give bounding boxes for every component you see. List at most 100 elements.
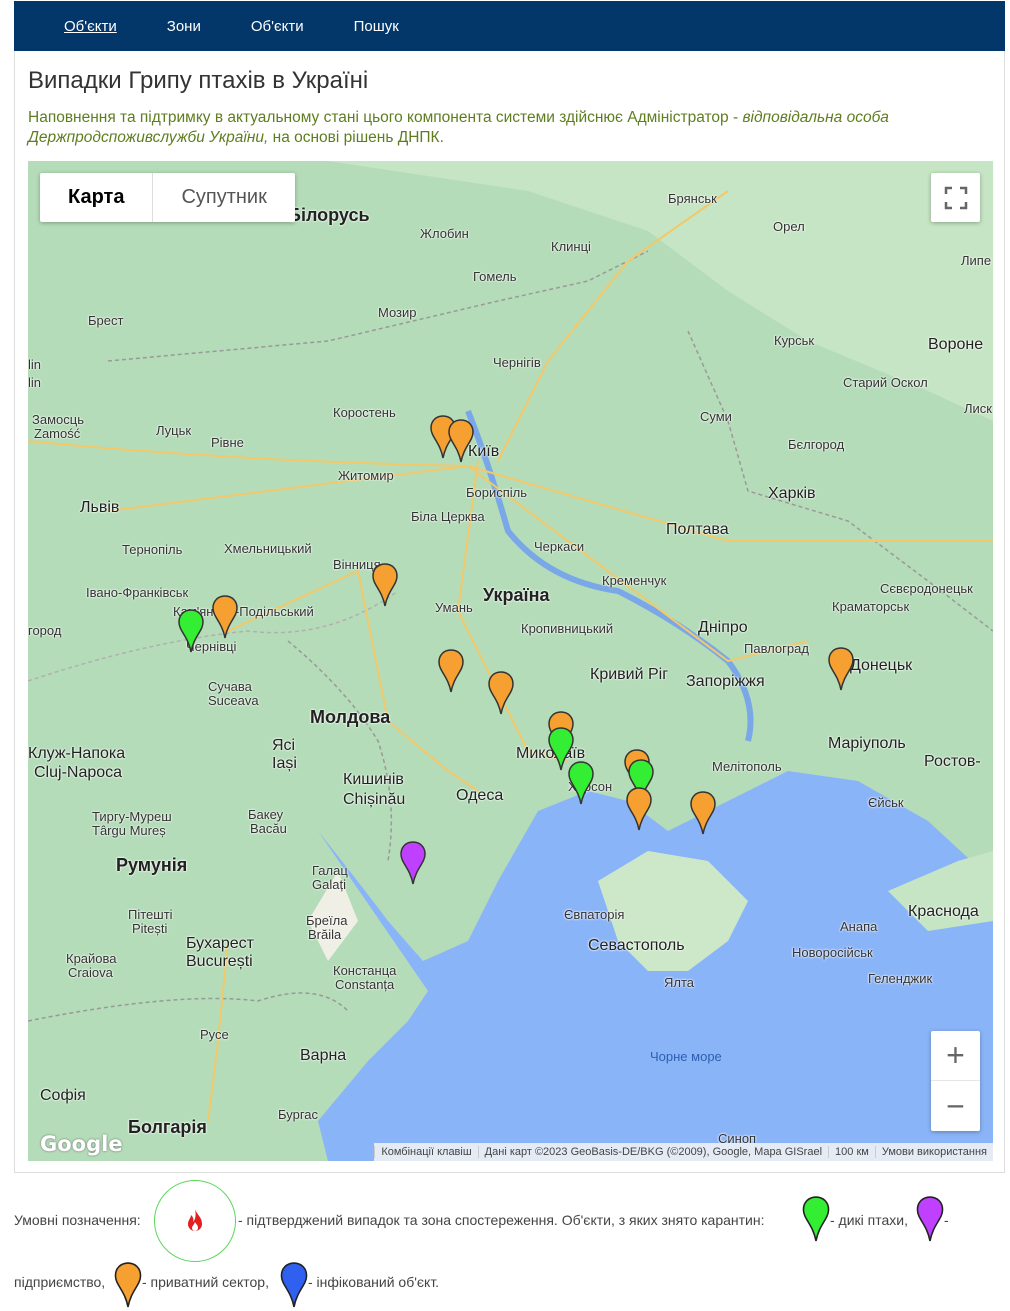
- label-uman: Умань: [435, 600, 473, 615]
- label-brest: Брест: [88, 313, 124, 328]
- nav-objects-active[interactable]: Об'єкти: [64, 18, 117, 35]
- label-lin2: lin: [28, 375, 42, 390]
- label-zaporizhzhia: Запоріжжя: [686, 673, 765, 690]
- label-constanta: Constanța: [335, 977, 395, 992]
- label-bulgaria: Болгарія: [128, 1117, 207, 1137]
- label-lviv: Львів: [80, 499, 120, 516]
- label-krasnodar: Краснода: [908, 903, 979, 920]
- map-type-satellite[interactable]: Супутник: [153, 173, 294, 222]
- desc-part1: Наповнення та підтримку в актуальному ст…: [28, 109, 743, 126]
- label-kramatorsk: Краматорськ: [832, 599, 910, 614]
- label-belarus: Білорусь: [288, 205, 370, 225]
- label-melitopol: Мелітополь: [712, 759, 782, 774]
- green-marker-icon: [802, 1196, 830, 1245]
- label-korosten: Коростень: [333, 405, 396, 420]
- label-braila-ua: Бреїла: [306, 913, 348, 928]
- green-marker-icon[interactable]: [568, 761, 594, 805]
- label-sofia: Софія: [40, 1087, 86, 1104]
- label-suchava: Сучава: [208, 679, 252, 694]
- nav-search[interactable]: Пошук: [354, 18, 399, 35]
- label-romania: Румунія: [116, 855, 188, 875]
- label-chisinau-ro: Chișinău: [343, 791, 406, 808]
- desc-part2: на основі рішень ДНПК.: [268, 129, 444, 146]
- orange-marker-icon[interactable]: [212, 595, 238, 639]
- label-yalta: Ялта: [664, 975, 695, 990]
- label-craiova: Craiova: [68, 965, 113, 980]
- label-black-sea: Чорне море: [650, 1049, 722, 1064]
- zoom-out-button[interactable]: −: [931, 1081, 980, 1131]
- label-voronezh: Вороне: [928, 336, 984, 353]
- orange-marker-icon[interactable]: [488, 671, 514, 715]
- orange-marker-icon[interactable]: [626, 787, 652, 831]
- label-bila-tserkva: Біла Церква: [411, 509, 485, 524]
- orange-marker-icon[interactable]: [828, 647, 854, 691]
- label-chernihiv: Чернігів: [493, 355, 541, 370]
- blue-marker-icon: [280, 1262, 308, 1311]
- legend-wild: - дикі птахи,: [830, 1212, 908, 1228]
- label-odesa: Одеса: [456, 787, 504, 804]
- label-sevastopol: Севастополь: [588, 937, 685, 954]
- label-khmelnytskyi: Хмельницький: [224, 541, 312, 556]
- label-bacau: Bacău: [250, 821, 287, 836]
- label-varna: Варна: [300, 1047, 347, 1064]
- label-boryspil: Бориспіль: [466, 485, 528, 500]
- scale-label[interactable]: 100 км: [828, 1146, 875, 1158]
- map-type-map[interactable]: Карта: [40, 173, 154, 222]
- label-ivano: Івано-Франківськ: [86, 585, 189, 600]
- label-kropyvnytskyi: Кропивницький: [521, 621, 614, 636]
- green-marker-icon[interactable]: [178, 609, 204, 653]
- label-bacau-ua: Бакеу: [248, 807, 284, 822]
- label-mariupol: Маріуполь: [828, 735, 906, 752]
- label-anapa: Анапа: [840, 919, 878, 934]
- legend-enterprise: підприємство,: [14, 1274, 106, 1290]
- label-lin: lin: [28, 357, 42, 372]
- label-gelendzhik: Геленджик: [868, 971, 933, 986]
- label-kursk: Курськ: [774, 333, 815, 348]
- label-belgorod: Бєлгород: [788, 437, 845, 452]
- label-yevpatoriia: Євпаторія: [564, 907, 625, 922]
- label-cluj: Cluj-Napoca: [34, 764, 123, 781]
- label-kremenchuk: Кременчук: [602, 573, 667, 588]
- terms-link[interactable]: Умови використання: [874, 1146, 993, 1158]
- legend-prefix: Умовні позначення:: [14, 1212, 141, 1228]
- orange-marker-icon[interactable]: [690, 791, 716, 835]
- label-bryansk: Брянськ: [668, 191, 717, 206]
- orange-marker-icon[interactable]: [448, 419, 474, 463]
- orange-marker-icon[interactable]: [372, 563, 398, 607]
- map-canvas[interactable]: Білорусь Україна Молдова Румунія Болгарі…: [28, 161, 993, 1161]
- label-bucharest: Бухарест: [186, 935, 254, 952]
- nav-zones[interactable]: Зони: [167, 18, 201, 35]
- top-navigation: Об'єкти Зони Об'єкти Пошук: [14, 1, 1005, 51]
- label-targu-ua: Тиргу-Муреш: [92, 809, 172, 824]
- label-staryi-oskol: Старий Оскол: [843, 375, 928, 390]
- label-sievierodonetsk: Сєвєродонецьк: [880, 581, 973, 596]
- label-lutsk: Луцьк: [156, 423, 192, 438]
- label-yeisk: Єйськ: [868, 795, 904, 810]
- label-cherkasy: Черкаси: [534, 539, 585, 554]
- label-braila: Brăila: [308, 927, 342, 942]
- fire-icon: [188, 1209, 202, 1231]
- orange-marker-icon[interactable]: [438, 649, 464, 693]
- label-horod: город: [28, 623, 62, 638]
- label-bucharest-ro: București: [186, 953, 253, 970]
- label-donetsk: Донецьк: [850, 657, 913, 674]
- zoom-control: + −: [931, 1031, 980, 1131]
- label-craiova-ua: Крайова: [66, 951, 117, 966]
- fullscreen-button[interactable]: [931, 173, 980, 222]
- label-dnipro: Дніпро: [698, 619, 748, 636]
- zoom-in-button[interactable]: +: [931, 1031, 980, 1081]
- label-kharkiv: Харків: [768, 485, 816, 502]
- legend-confirmed: - підтверджений випадок та зона спостере…: [238, 1212, 765, 1228]
- legend-private: - приватний сектор,: [142, 1274, 269, 1290]
- label-kryvyi-rih: Кривий Ріг: [590, 666, 669, 683]
- keyboard-shortcuts-link[interactable]: Комбінації клавіш: [374, 1146, 477, 1158]
- nav-objects[interactable]: Об'єкти: [251, 18, 304, 35]
- label-zamosc: Zamość: [34, 426, 81, 441]
- label-mozyr: Мозир: [378, 305, 417, 320]
- purple-marker-icon[interactable]: [400, 841, 426, 885]
- label-lipetsk: Липе: [961, 253, 992, 268]
- label-homel: Гомель: [473, 269, 517, 284]
- google-logo: Google: [40, 1132, 123, 1156]
- label-yasi: Ясі: [272, 737, 296, 754]
- label-pavlohrad: Павлоград: [744, 641, 809, 656]
